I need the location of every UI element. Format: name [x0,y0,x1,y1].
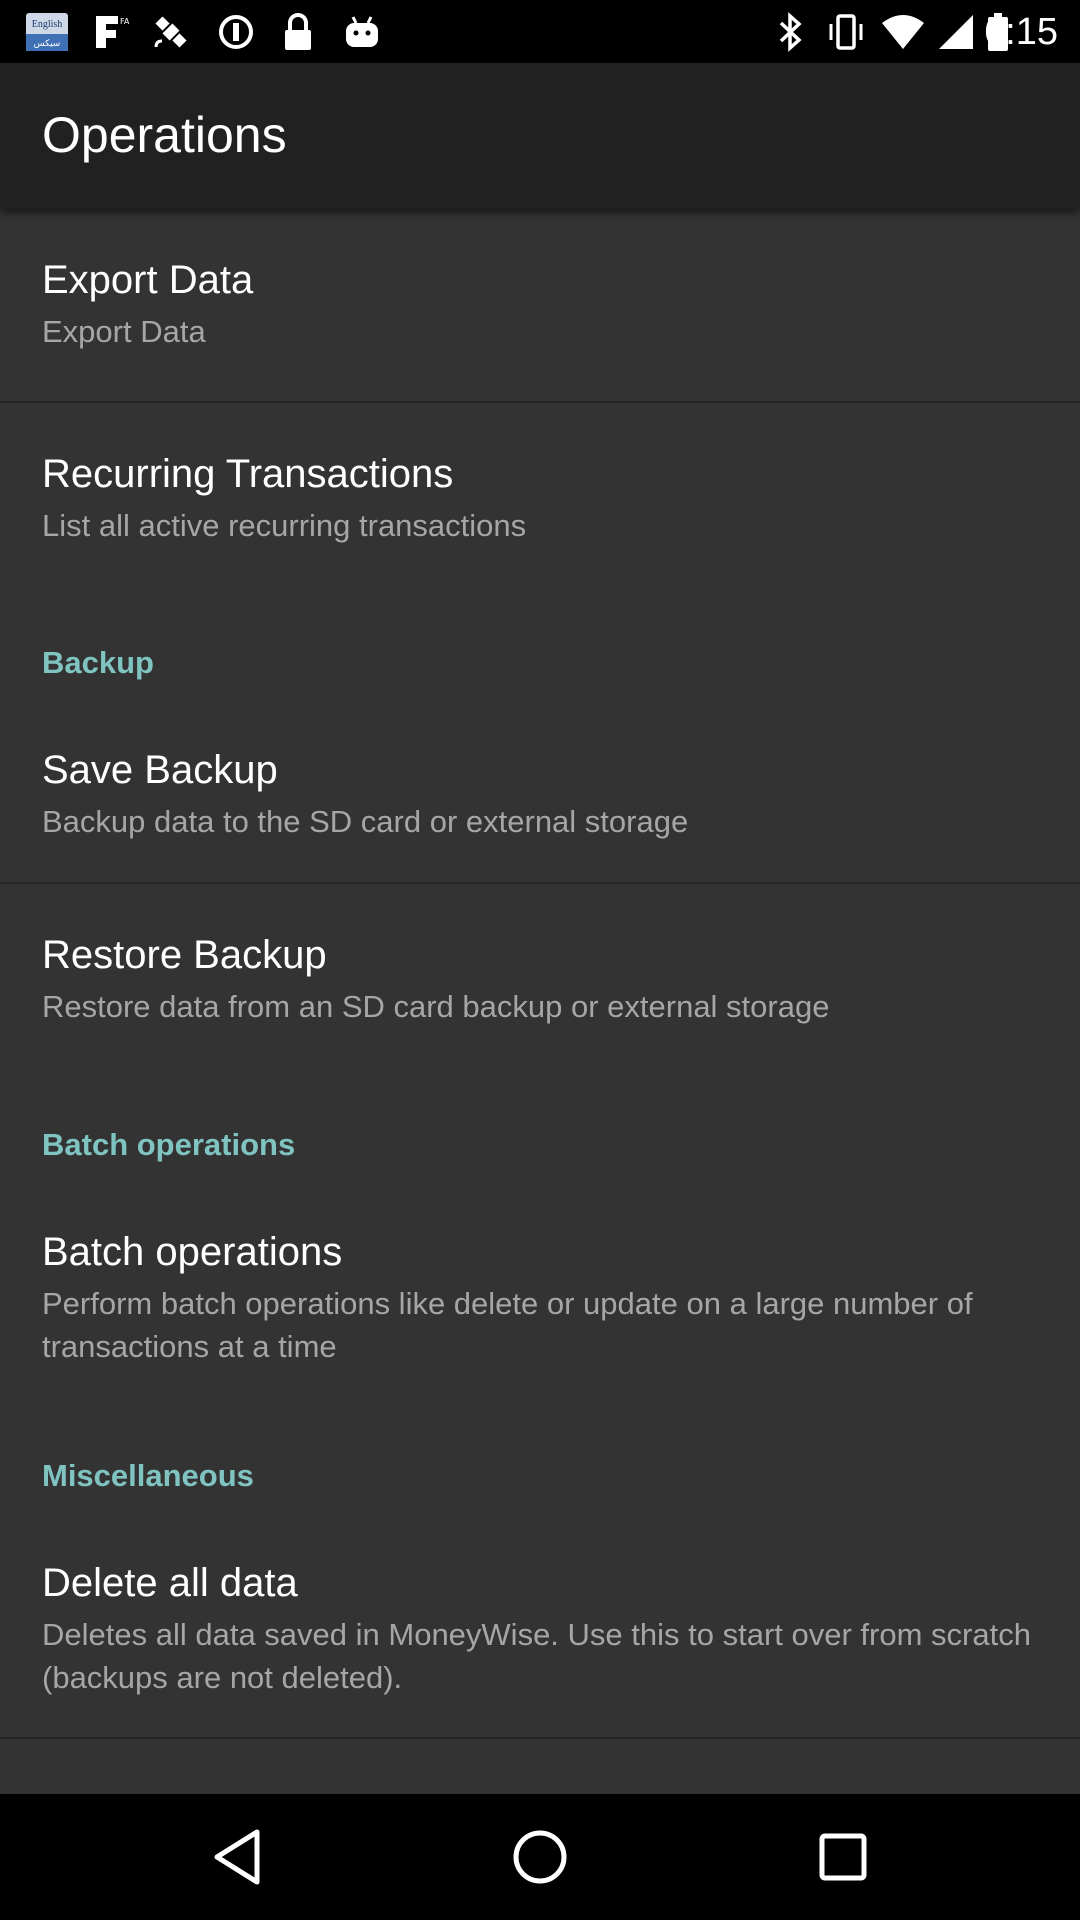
page-title: Operations [42,107,287,163]
list-item-batch-operations[interactable]: Batch operations Perform batch operation… [0,1191,1080,1401]
item-title: Recurring Transactions [42,452,454,496]
bluetooth-icon [776,12,806,52]
list-item-save-backup[interactable]: Save Backup Backup data to the SD card o… [0,709,1080,883]
item-title: Restore Backup [42,933,327,977]
item-subtitle: Perform batch operations like delete or … [42,1286,973,1364]
list-item-restore-backup[interactable]: Restore Backup Restore data from an SD c… [0,884,1080,1058]
list-item-recurring-transactions[interactable]: Recurring Transactions List all active r… [0,403,1080,577]
recents-icon[interactable] [808,1822,878,1892]
item-title: Batch operations [42,1230,343,1274]
vibrate-icon [826,12,866,52]
item-subtitle: List all active recurring transactions [42,508,527,543]
app-bar: Operations [0,63,1080,209]
fake-gps-icon: FAKE [90,12,130,52]
english-keyboard-icon: English سيكس [24,12,70,52]
category-header-misc: Miscellaneous [42,1458,254,1493]
item-subtitle: Export Data [42,314,206,349]
sync-icon [216,12,256,52]
svg-text:English: English [32,19,63,30]
svg-text:FAKE: FAKE [120,17,130,26]
satellite-icon [150,12,192,52]
svg-text:سيكس: سيكس [34,39,61,49]
item-title: Export Data [42,258,254,302]
status-time: 6:15 [984,11,1058,53]
divider [0,1737,1080,1739]
signal-icon [936,12,976,52]
list-item-delete-all-data[interactable]: Delete all data Deletes all data saved i… [0,1521,1080,1746]
item-subtitle: Deletes all data saved in MoneyWise. Use… [42,1617,1031,1695]
android-icon [342,12,382,52]
home-icon[interactable] [505,1822,575,1892]
category-header-backup: Backup [42,645,154,680]
item-title: Delete all data [42,1561,298,1605]
item-subtitle: Backup data to the SD card or external s… [42,804,689,839]
wifi-icon [880,12,926,52]
list-item-export-data[interactable]: Export Data Export Data [0,209,1080,401]
settings-list[interactable]: Export Data Export Data Recurring Transa… [0,209,1080,1794]
navigation-bar [0,1794,1080,1920]
lock-icon [280,12,316,52]
category-header-batch: Batch operations [42,1127,296,1162]
back-icon[interactable] [202,1822,272,1892]
status-bar: English سيكس FAKE [0,0,1080,63]
item-title: Save Backup [42,748,278,792]
item-subtitle: Restore data from an SD card backup or e… [42,989,830,1024]
